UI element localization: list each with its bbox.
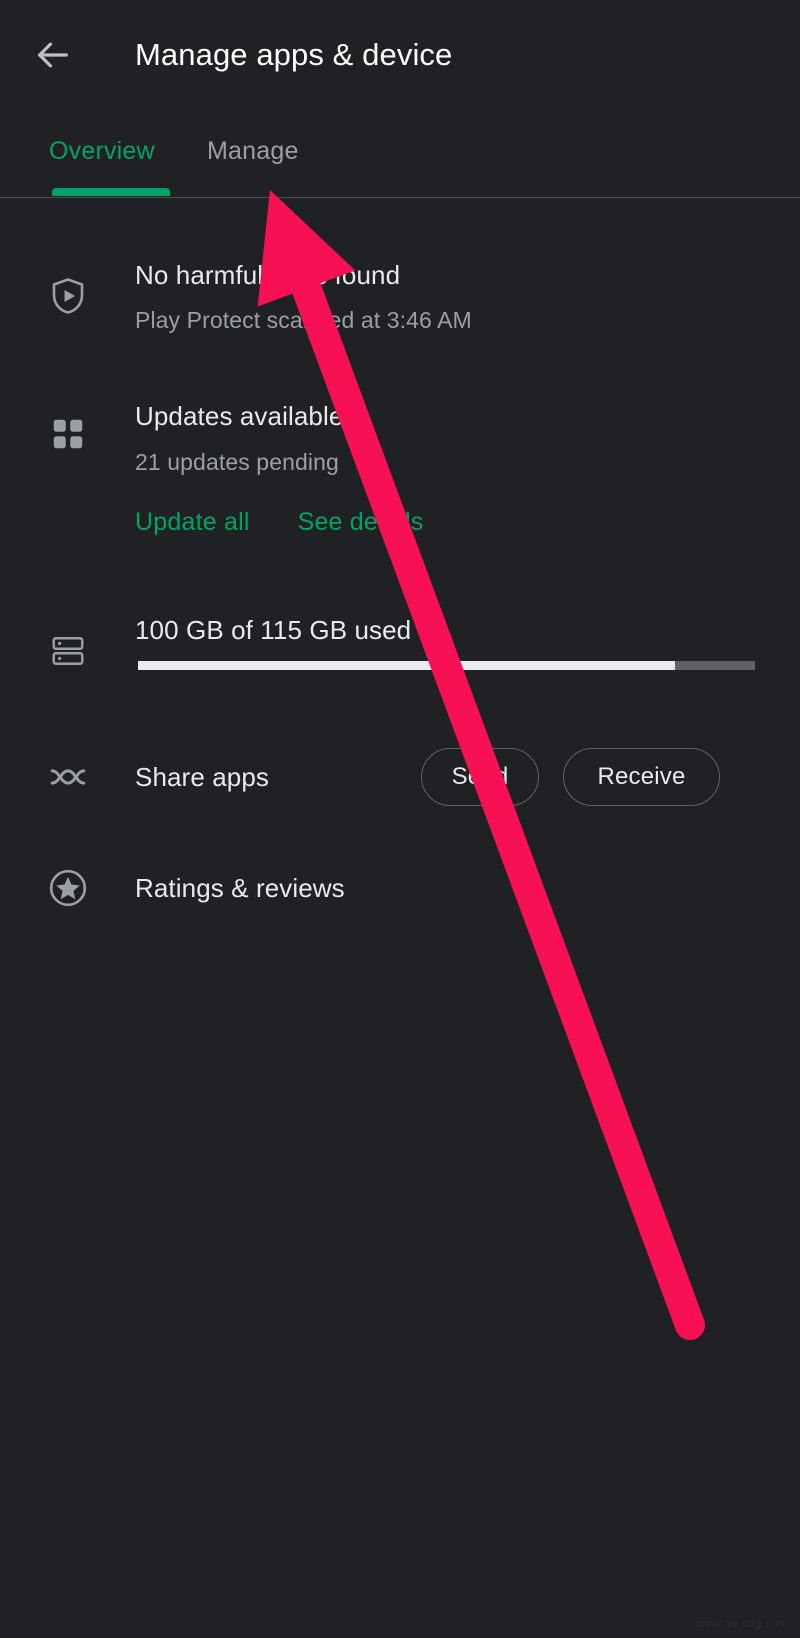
tab-bar-divider — [0, 197, 800, 198]
star-circle-icon — [44, 864, 92, 912]
app-screen: Manage apps & device Overview Manage No … — [0, 0, 800, 1638]
back-button[interactable] — [26, 28, 80, 82]
share-apps-icon — [44, 753, 92, 801]
updates-title: Updates available — [135, 401, 343, 432]
see-details-button[interactable]: See details — [298, 508, 424, 537]
send-button[interactable]: Send — [421, 748, 539, 806]
updates-actions: Update all See details — [135, 508, 423, 537]
app-bar: Manage apps & device — [0, 0, 800, 110]
annotation-arrow — [0, 0, 800, 1638]
shield-play-icon — [44, 272, 92, 320]
tab-active-indicator — [52, 188, 170, 196]
play-protect-title: No harmful apps found — [135, 260, 400, 291]
update-all-button[interactable]: Update all — [135, 508, 250, 537]
share-apps-title: Share apps — [135, 762, 269, 793]
tab-bar: Overview Manage — [0, 120, 800, 198]
apps-grid-icon — [44, 410, 92, 458]
tab-manage[interactable]: Manage — [207, 120, 299, 198]
tab-overview[interactable]: Overview — [49, 120, 155, 198]
storage-icon — [44, 627, 92, 675]
receive-button[interactable]: Receive — [563, 748, 720, 806]
arrow-left-icon — [33, 35, 73, 75]
storage-progress-fill — [138, 661, 675, 670]
play-protect-subtitle: Play Protect scanned at 3:46 AM — [135, 307, 472, 334]
tab-manage-label: Manage — [207, 137, 299, 166]
page-title: Manage apps & device — [135, 32, 452, 78]
ratings-reviews-title: Ratings & reviews — [135, 873, 345, 904]
storage-title: 100 GB of 115 GB used — [135, 615, 411, 646]
updates-subtitle: 21 updates pending — [135, 449, 339, 476]
storage-progress-bar — [138, 661, 755, 670]
watermark: www.de.uag.com — [696, 1618, 788, 1630]
tab-overview-label: Overview — [49, 137, 155, 166]
